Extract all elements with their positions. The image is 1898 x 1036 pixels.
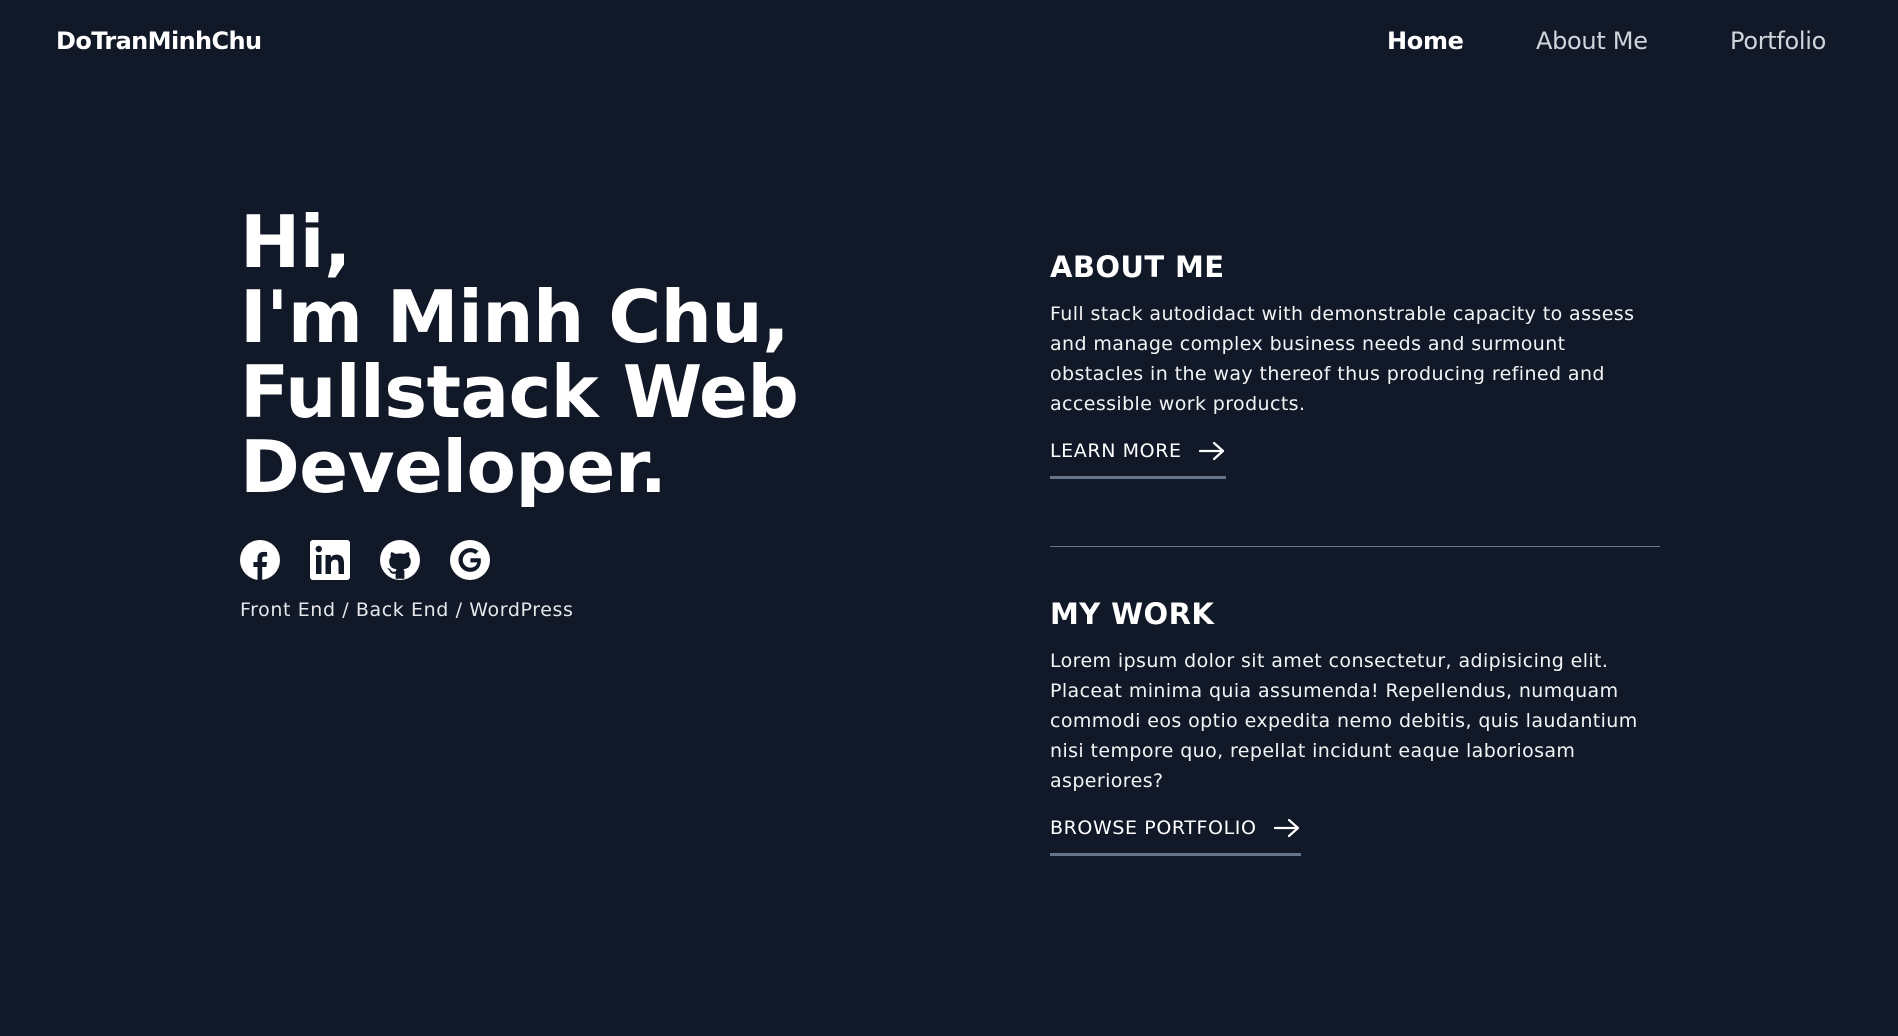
my-work-section: MY WORK Lorem ipsum dolor sit amet conse…	[1050, 597, 1660, 856]
facebook-icon[interactable]	[240, 540, 280, 580]
arrow-right-icon	[1198, 440, 1226, 462]
learn-more-label: LEARN MORE	[1050, 440, 1182, 462]
brand-logo[interactable]: DoTranMinhChu	[56, 27, 262, 55]
navbar: DoTranMinhChu Home About Me Portfolio	[0, 0, 1898, 84]
github-icon[interactable]	[380, 540, 420, 580]
my-work-text: Lorem ipsum dolor sit amet consectetur, …	[1050, 650, 1638, 792]
browse-portfolio-label: BROWSE PORTFOLIO	[1050, 817, 1257, 839]
nav-link-about-me[interactable]: About Me	[1536, 27, 1648, 55]
linkedin-icon[interactable]	[310, 540, 350, 580]
browse-portfolio-link[interactable]: BROWSE PORTFOLIO	[1050, 817, 1301, 856]
hero-title-line: Hi,	[240, 200, 351, 284]
social-links	[240, 540, 490, 580]
section-divider	[1050, 546, 1660, 547]
nav-link-home[interactable]: Home	[1387, 27, 1464, 55]
learn-more-link[interactable]: LEARN MORE	[1050, 440, 1226, 479]
about-text: Full stack autodidact with demonstrable …	[1050, 303, 1635, 415]
hero-section: Hi, I'm Minh Chu, Fullstack Web Develope…	[240, 205, 860, 505]
nav-link-portfolio[interactable]: Portfolio	[1730, 27, 1826, 55]
hero-tagline: Front End / Back End / WordPress	[240, 599, 574, 621]
about-heading: ABOUT ME	[1050, 250, 1225, 284]
hero-title-line: I'm Minh Chu,	[240, 275, 790, 359]
hero-title: Hi, I'm Minh Chu, Fullstack Web Develope…	[240, 205, 860, 505]
about-section: ABOUT ME Full stack autodidact with demo…	[1050, 250, 1660, 479]
hero-title-line: Fullstack Web	[240, 350, 799, 434]
google-icon[interactable]	[450, 540, 490, 580]
hero-title-line: Developer.	[240, 425, 667, 509]
arrow-right-icon	[1273, 817, 1301, 839]
my-work-heading: MY WORK	[1050, 597, 1215, 631]
